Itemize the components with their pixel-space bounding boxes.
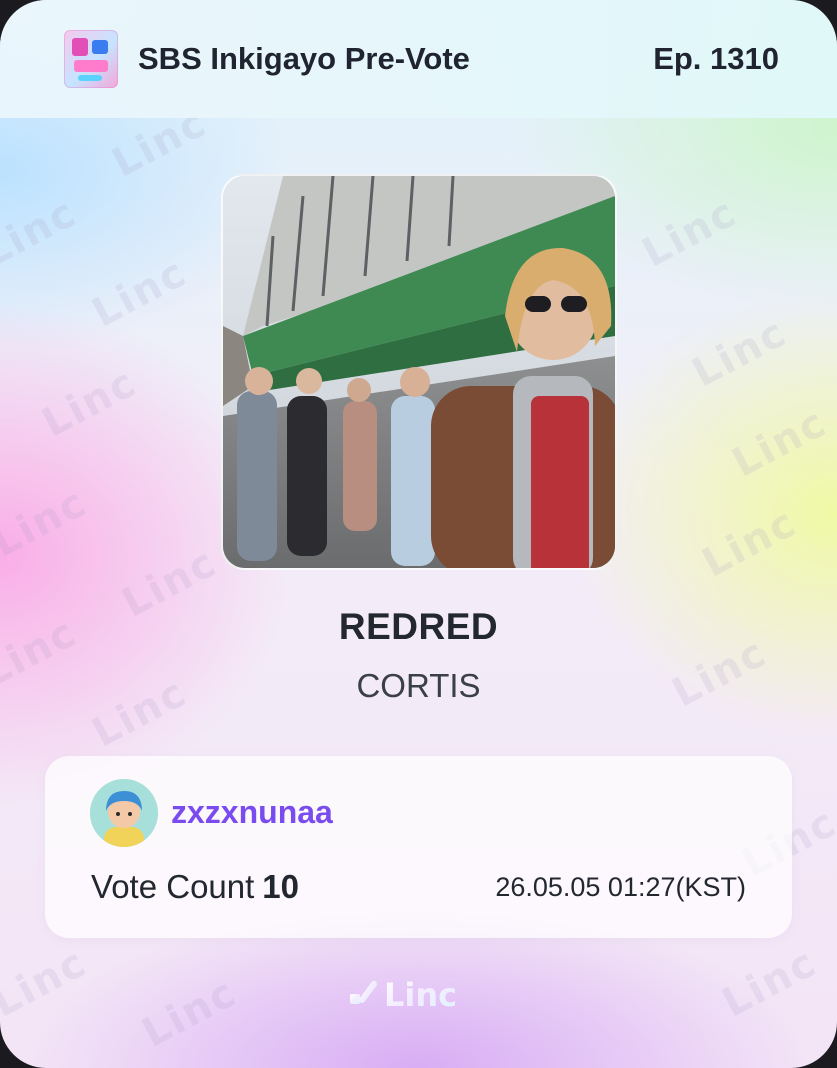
username: zxzxnunaa [171,794,333,830]
watermark: Linc [725,399,835,487]
artist-photo-illustration [223,176,615,568]
show-title: SBS Inkigayo Pre-Vote [138,41,470,76]
user-avatar [90,779,158,847]
footer-logo-text: Linc [384,976,457,1014]
song-title: REDRED [338,606,499,647]
watermark: Linc [0,479,95,567]
show-logo-icon [64,30,118,88]
vote-count-value: 10 [262,868,300,905]
vote-count: Vote Count 10 [91,868,299,906]
card-header: SBS Inkigayo Pre-Vote Ep. 1310 [0,0,837,118]
linc-logo-icon: Linc [349,976,457,1014]
vote-details-panel: zxzxnunaa Vote Count 10 26.05.05 01:27(KS… [45,756,792,938]
vote-count-label: Vote Count [91,868,255,905]
episode-number: Ep. 1310 [653,41,779,76]
watermark: Linc [685,309,795,397]
vote-timestamp: 26.05.05 01:27(KST) [495,872,746,902]
watermark: Linc [635,189,745,277]
artist-photo [221,174,617,570]
artist-name: CORTIS [356,667,481,704]
watermark: Linc [35,359,145,447]
vote-certificate-card: Linc Linc Linc Linc Linc Linc Linc Linc … [0,0,837,1068]
watermark: Linc [695,499,805,587]
watermark: Linc [85,249,195,337]
linc-logo: Linc [0,970,837,1019]
watermark: Linc [0,189,85,277]
